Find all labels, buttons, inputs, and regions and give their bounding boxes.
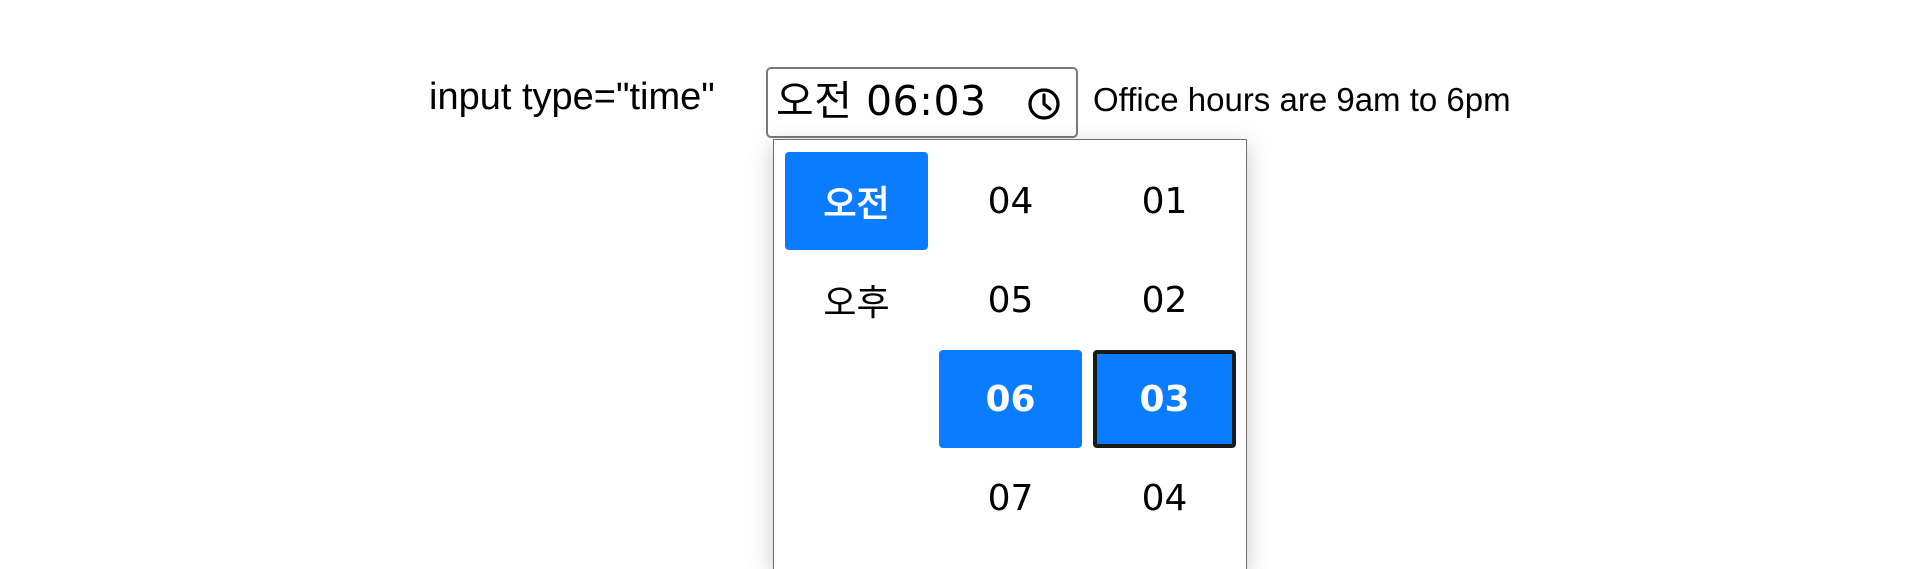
time-input[interactable]: 오전 06:03 [766, 67, 1078, 138]
hour-option[interactable]: 04 [939, 152, 1082, 250]
time-input-value[interactable]: 오전 06:03 [776, 75, 987, 127]
hour-column: 04 05 06 07 [939, 152, 1082, 548]
ampm-option-am[interactable]: 오전 [785, 152, 928, 250]
time-picker-dropdown: 오전 오후 04 05 06 07 01 02 03 04 [773, 139, 1247, 569]
field-label: input type="time" [429, 76, 715, 118]
minute-option[interactable]: 01 [1093, 152, 1236, 250]
ampm-option-pm[interactable]: 오후 [785, 251, 928, 349]
hour-option[interactable]: 07 [939, 449, 1082, 547]
minute-option-selected[interactable]: 03 [1093, 350, 1236, 448]
minute-option[interactable]: 04 [1093, 449, 1236, 547]
hour-option-selected[interactable]: 06 [939, 350, 1082, 448]
minute-column: 01 02 03 04 [1093, 152, 1236, 548]
ampm-column: 오전 오후 [785, 152, 928, 350]
clock-icon[interactable] [1026, 86, 1062, 122]
minute-option[interactable]: 02 [1093, 251, 1236, 349]
time-input-demo: input type="time" 오전 06:03 Office hours … [0, 0, 1920, 569]
office-hours-hint: Office hours are 9am to 6pm [1093, 81, 1511, 118]
hour-option[interactable]: 05 [939, 251, 1082, 349]
